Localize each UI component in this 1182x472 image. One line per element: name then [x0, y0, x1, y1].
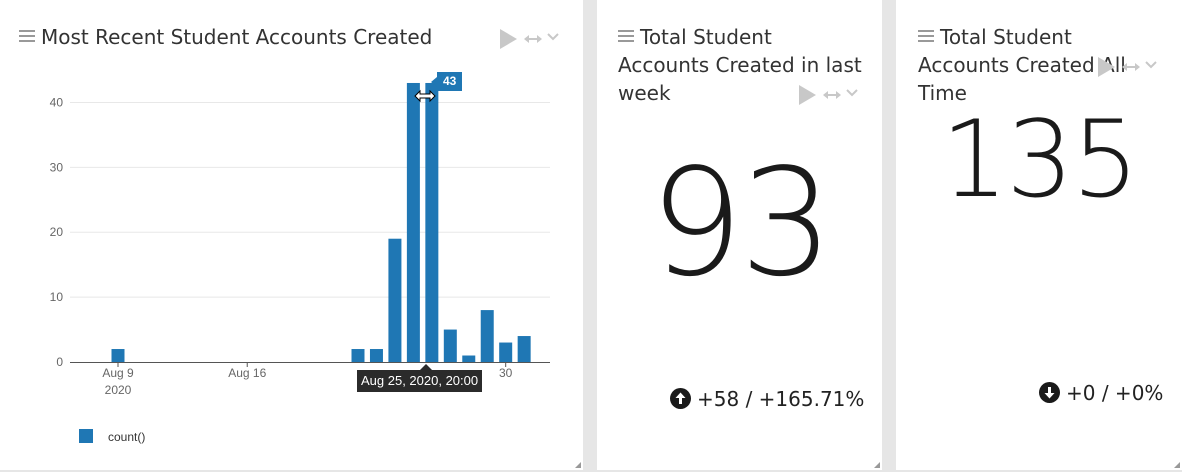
week-total-value: 93 — [649, 137, 833, 309]
y-tick-label: 0 — [56, 355, 63, 369]
legend-label: count() — [108, 430, 145, 444]
bar — [351, 349, 365, 362]
resize-horizontal-icon[interactable] — [1120, 57, 1142, 77]
y-tick-label: 20 — [50, 225, 64, 239]
y-tick-label: 30 — [50, 160, 64, 174]
bar — [111, 349, 125, 362]
alltime-total-panel: Total Student Accounts Created All Time … — [896, 0, 1182, 470]
legend-swatch — [79, 429, 93, 443]
bar — [406, 82, 420, 362]
alltime-total-value: 135 — [940, 98, 1139, 221]
menu-icon[interactable] — [618, 29, 634, 43]
bar — [517, 336, 531, 362]
x-tick-sublabel: 2020 — [105, 383, 132, 397]
chevron-down-icon[interactable] — [845, 86, 859, 100]
bar — [462, 355, 476, 362]
bar-value-tooltip: 43 — [430, 72, 463, 91]
x-tick-label: Aug 16 — [228, 366, 266, 380]
bar — [369, 349, 383, 362]
panel-controls — [799, 85, 859, 105]
resize-grip-icon[interactable] — [1174, 462, 1180, 468]
menu-icon[interactable] — [918, 29, 934, 43]
arrow-up-circle-icon — [670, 388, 691, 409]
y-tick-label: 10 — [50, 290, 64, 304]
x-tick-label: Aug 9 — [102, 366, 134, 380]
bar — [499, 342, 513, 362]
recent-accounts-panel: Most Recent Student Accounts Created 0 10… — [0, 0, 583, 470]
play-icon[interactable] — [799, 85, 816, 105]
play-icon[interactable] — [1098, 57, 1115, 77]
panel-title-text: Total Student Accounts Created All Time — [918, 25, 1126, 105]
chevron-down-icon[interactable] — [1144, 58, 1158, 72]
alltime-change: +0 / +0% — [1039, 381, 1163, 405]
week-change-text: +58 / +165.71% — [697, 387, 865, 411]
bar — [443, 329, 457, 362]
bar — [425, 82, 439, 362]
resize-cursor-icon — [414, 89, 436, 103]
week-total-panel: Total Student Accounts Created in last w… — [597, 0, 882, 470]
week-change: +58 / +165.71% — [670, 387, 864, 411]
bar — [480, 310, 494, 362]
bar-date-tooltip: Aug 25, 2020, 20:00 — [357, 364, 483, 392]
resize-horizontal-icon[interactable] — [821, 85, 843, 105]
arrow-down-circle-icon — [1039, 382, 1060, 403]
alltime-change-text: +0 / +0% — [1066, 381, 1164, 405]
y-tick-label: 40 — [50, 95, 64, 109]
bar — [388, 238, 402, 362]
resize-grip-icon[interactable] — [874, 462, 880, 468]
bar-chart: 0 10 20 30 40 Aug 9 2020 Aug 16 30 count() — [50, 82, 550, 444]
x-tick-label: 30 — [499, 366, 513, 380]
resize-grip-icon[interactable] — [575, 462, 581, 468]
panel-controls — [1098, 57, 1158, 77]
